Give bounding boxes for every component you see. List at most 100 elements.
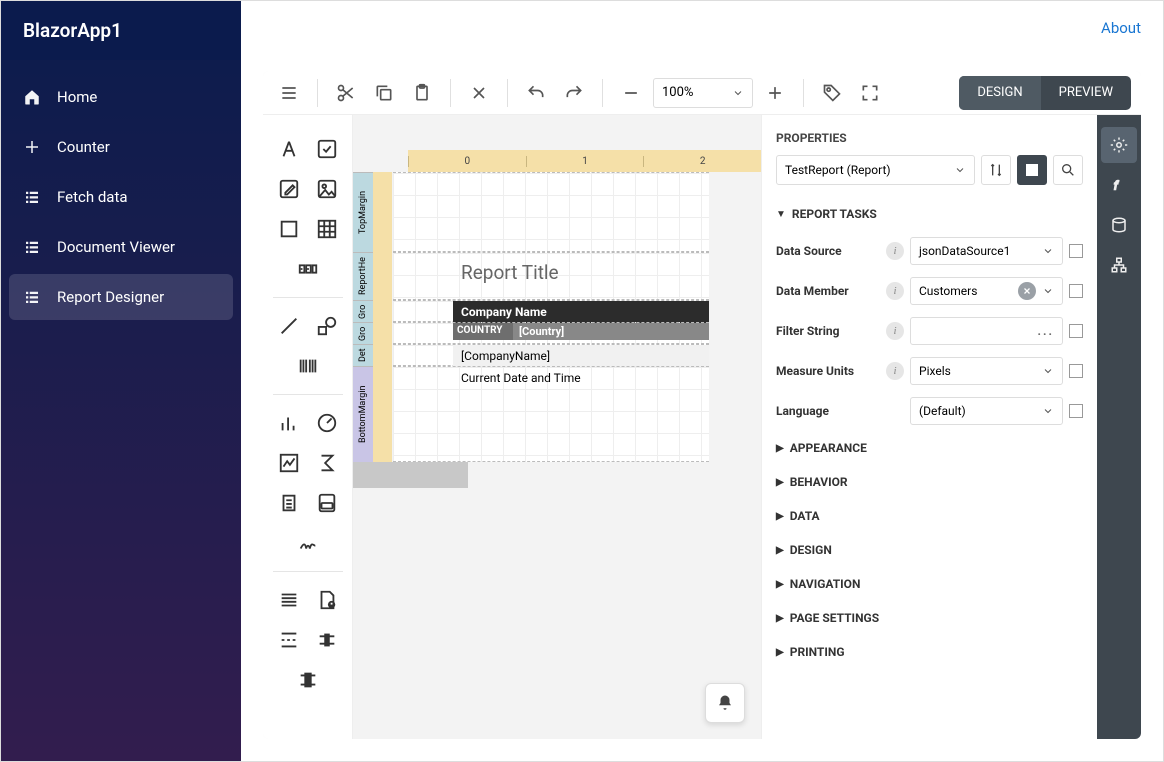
crossband-tool[interactable] (315, 628, 339, 652)
report-title-label[interactable]: Report Title (393, 253, 709, 290)
reset-button[interactable] (1069, 404, 1083, 418)
charcomb-tool[interactable] (296, 257, 320, 281)
signature-tool[interactable] (296, 531, 320, 555)
detail-field[interactable]: [CompanyName] (453, 345, 709, 367)
report-page[interactable]: Report Title Company Name COUNTRY[Countr… (393, 172, 709, 462)
plus-icon (23, 138, 41, 156)
preview-mode-button[interactable]: PREVIEW (1041, 76, 1131, 110)
category-report-tasks[interactable]: ▼REPORT TASKS (776, 197, 1083, 231)
info-icon[interactable]: i (886, 362, 904, 380)
zoom-out-button[interactable] (615, 77, 647, 109)
expressions-tab[interactable]: f (1101, 167, 1137, 203)
category-view-button[interactable] (1017, 155, 1047, 185)
data-member-select[interactable]: Customers (910, 277, 1063, 305)
table-tool[interactable] (315, 217, 339, 241)
picture-tool[interactable] (315, 177, 339, 201)
reset-button[interactable] (1069, 324, 1083, 338)
data-tab[interactable] (1101, 207, 1137, 243)
ellipsis-icon[interactable]: ... (1038, 324, 1054, 338)
cut-button[interactable] (330, 77, 362, 109)
gauge-tool[interactable] (315, 411, 339, 435)
filter-string-input[interactable]: ... (910, 317, 1063, 345)
square-icon (278, 218, 300, 240)
sidebar-item-docviewer[interactable]: Document Viewer (9, 224, 233, 270)
panel-tool[interactable] (277, 217, 301, 241)
group-header-label[interactable]: COUNTRY (453, 323, 513, 340)
data-source-select[interactable]: jsonDataSource1 (910, 237, 1063, 265)
sidebar-item-home[interactable]: Home (9, 74, 233, 120)
menu-button[interactable] (273, 77, 305, 109)
toolbox (263, 115, 353, 739)
svg-text:f: f (1114, 179, 1119, 193)
copy-button[interactable] (368, 77, 400, 109)
info-icon[interactable]: i (886, 322, 904, 340)
reset-button[interactable] (1069, 244, 1083, 258)
section-topmargin[interactable]: TopMargin (353, 172, 373, 252)
measure-units-select[interactable]: Pixels (910, 357, 1063, 385)
explorer-tab[interactable] (1101, 247, 1137, 283)
design-mode-button[interactable]: DESIGN (959, 76, 1040, 110)
category-navigation[interactable]: ▶NAVIGATION (776, 567, 1083, 601)
category-page-settings[interactable]: ▶PAGE SETTINGS (776, 601, 1083, 635)
reset-button[interactable] (1069, 364, 1083, 378)
zoom-in-button[interactable] (759, 77, 791, 109)
design-surface[interactable]: 0 1 2 TopMargin ReportHe Gro Gro Det Bot… (353, 115, 761, 739)
section-groupheader1[interactable]: Gro (353, 300, 373, 322)
clear-icon[interactable] (1018, 282, 1036, 300)
section-groupheader2[interactable]: Gro (353, 322, 373, 344)
pagebreak-tool[interactable] (277, 628, 301, 652)
category-behavior[interactable]: ▶BEHAVIOR (776, 465, 1083, 499)
undo-button[interactable] (520, 77, 552, 109)
shape-tool[interactable] (315, 314, 339, 338)
chevron-down-icon (1042, 245, 1054, 257)
list-icon (23, 238, 41, 256)
scripts-button[interactable] (816, 77, 848, 109)
check-icon (316, 138, 338, 160)
search-button[interactable] (1053, 155, 1083, 185)
section-reportheader[interactable]: ReportHe (353, 252, 373, 300)
info-icon[interactable]: i (886, 282, 904, 300)
properties-tab[interactable] (1101, 127, 1137, 163)
search-icon (1060, 162, 1076, 178)
sparkline-tool[interactable] (277, 451, 301, 475)
sort-button[interactable] (981, 155, 1011, 185)
category-printing[interactable]: ▶PRINTING (776, 635, 1083, 669)
toc-tool[interactable] (277, 588, 301, 612)
info-icon[interactable]: i (886, 242, 904, 260)
designer-toolbar: 100% DESIGN PREVIEW (263, 71, 1141, 115)
zoom-select[interactable]: 100% (653, 78, 753, 108)
paste-button[interactable] (406, 77, 438, 109)
language-select[interactable]: (Default) (910, 397, 1063, 425)
page-footer-field[interactable]: Current Date and Time (453, 367, 709, 389)
fullscreen-button[interactable] (854, 77, 886, 109)
sidebar-item-counter[interactable]: Counter (9, 124, 233, 170)
app-title: BlazorApp1 (1, 1, 241, 60)
reset-button[interactable] (1069, 284, 1083, 298)
redo-button[interactable] (558, 77, 590, 109)
pageinfo-tool[interactable] (315, 588, 339, 612)
delete-button[interactable] (463, 77, 495, 109)
crosstab-tool[interactable] (296, 668, 320, 692)
pdfcontent-tool[interactable] (315, 491, 339, 515)
line-tool[interactable] (277, 314, 301, 338)
sidebar-item-fetch[interactable]: Fetch data (9, 174, 233, 220)
chart-tool[interactable] (277, 411, 301, 435)
pivot-tool[interactable] (315, 451, 339, 475)
about-link[interactable]: About (1101, 19, 1141, 37)
category-data[interactable]: ▶DATA (776, 499, 1083, 533)
richtext-tool[interactable] (277, 177, 301, 201)
group-header-field[interactable]: [Country] (513, 323, 709, 340)
checkbox-tool[interactable] (315, 137, 339, 161)
label-tool[interactable] (277, 137, 301, 161)
notifications-button[interactable] (705, 683, 745, 723)
barcode-tool[interactable] (296, 354, 320, 378)
section-detail[interactable]: Det (353, 344, 373, 366)
object-selector[interactable]: TestReport (Report) (776, 155, 975, 185)
category-design[interactable]: ▶DESIGN (776, 533, 1083, 567)
grid-icon (316, 218, 338, 240)
column-header[interactable]: Company Name (453, 301, 709, 323)
sidebar-item-reportdesigner[interactable]: Report Designer (9, 274, 233, 320)
category-appearance[interactable]: ▶APPEARANCE (776, 431, 1083, 465)
section-bottommargin[interactable]: BottomMargin (353, 366, 373, 462)
subreport-tool[interactable] (277, 491, 301, 515)
